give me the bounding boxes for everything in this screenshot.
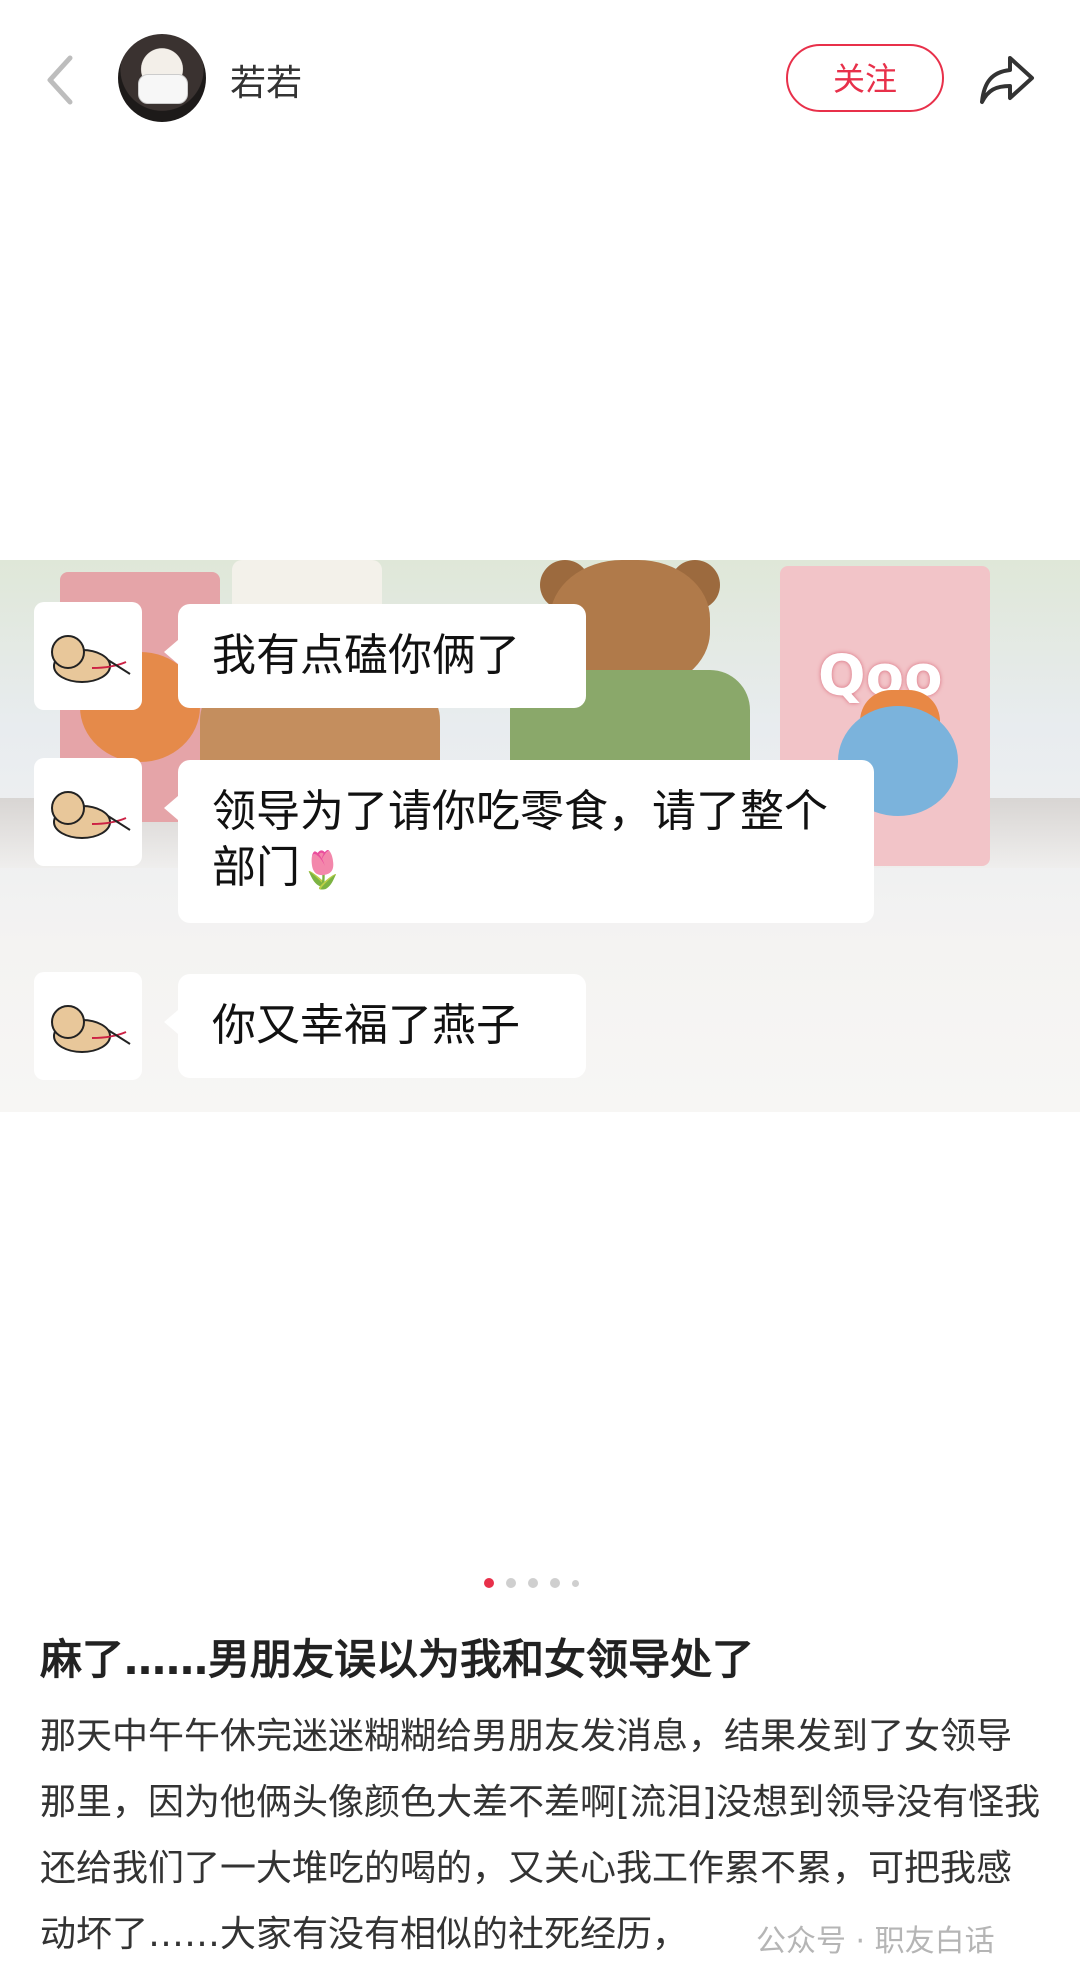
carousel-dot[interactable] <box>506 1578 516 1588</box>
carousel-dot[interactable] <box>528 1578 538 1588</box>
watermark: 公众号 · 职友白话 <box>756 1924 995 1959</box>
tulip-emoji: 🌷 <box>300 850 345 891</box>
chat-bubble: 领导为了请你吃零食，请了整个部门🌷 <box>164 760 874 923</box>
carousel-dot[interactable] <box>572 1580 579 1587</box>
post-title: 麻了……男朋友误以为我和女领导处了 <box>40 1635 755 1684</box>
dog-icon <box>34 602 142 710</box>
top-bar: 若若 关注 <box>0 0 1080 160</box>
dog-icon <box>34 972 142 1080</box>
post-image[interactable]: Qoo 我有点磕你俩了 领导为了请你吃零食，请了整个部门🌷 你又幸福了燕子 <box>0 560 1080 1112</box>
carousel-dot-active[interactable] <box>484 1578 494 1588</box>
back-chevron-icon[interactable] <box>40 52 80 108</box>
follow-button[interactable]: 关注 <box>786 44 944 112</box>
share-icon[interactable] <box>978 50 1036 108</box>
author-avatar[interactable] <box>118 34 206 122</box>
chat-bubble: 你又幸福了燕子 <box>164 974 586 1078</box>
author-name[interactable]: 若若 <box>230 54 302 106</box>
dog-icon <box>34 758 142 866</box>
chat-bubble: 我有点磕你俩了 <box>164 604 586 708</box>
carousel-dot[interactable] <box>550 1578 560 1588</box>
